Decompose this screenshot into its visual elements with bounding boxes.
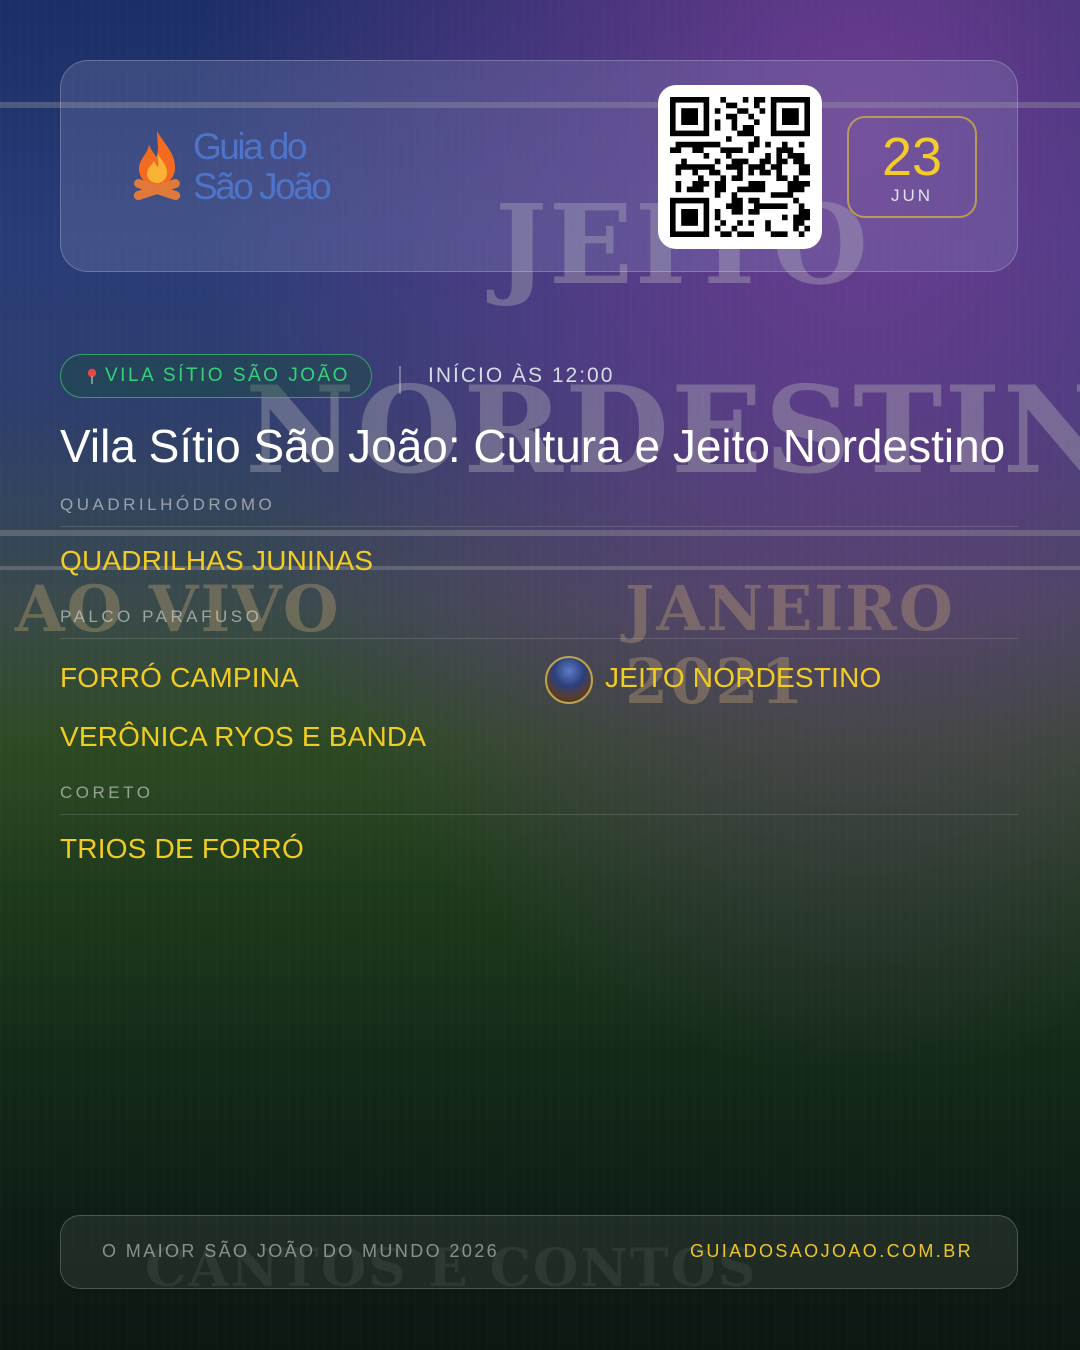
stage-label-quadrilhodromo: QUADRILHÓDROMO (60, 495, 276, 514)
background-word-janeiro: JANEIRO 2021 (625, 572, 955, 718)
stage-divider (60, 526, 1018, 527)
stage-label-coreto: CORETO (60, 783, 154, 802)
header-card: Guia do São João 23 JUN (60, 60, 1018, 272)
stage-divider (60, 638, 1018, 639)
qr-code[interactable] (658, 85, 822, 249)
logo-text: Guia do São João (193, 126, 332, 207)
logo-line-1: Guia do (193, 126, 308, 167)
campfire-icon (129, 127, 185, 207)
venue-name: VILA SÍTIO SÃO JOÃO (105, 365, 350, 386)
footer-site-link[interactable]: GUIADOSAOJOAO.COM.BR (690, 1241, 973, 1262)
venue-pill[interactable]: VILA SÍTIO SÃO JOÃO (60, 354, 372, 398)
start-time: INÍCIO ÀS 12:00 (428, 364, 615, 387)
stage-divider (60, 814, 1018, 815)
divider (399, 366, 401, 394)
act-jeito-nordestino[interactable]: JEITO NORDESTINO (605, 662, 882, 694)
footer-tagline: O MAIOR SÃO JOÃO DO MUNDO 2026 (102, 1241, 500, 1261)
artist-avatar (545, 656, 593, 704)
act-forro-campina[interactable]: FORRÓ CAMPINA (60, 662, 299, 694)
act-quadrilhas-juninas[interactable]: QUADRILHAS JUNINAS (60, 545, 373, 577)
stage-label-palco-parafuso: PALCO PARAFUSO (60, 607, 263, 626)
footer-bar: O MAIOR SÃO JOÃO DO MUNDO 2026 GUIADOSAO… (60, 1215, 1018, 1289)
qr-code-pattern (670, 97, 810, 237)
act-veronica-ryos[interactable]: VERÔNICA RYOS E BANDA (60, 721, 426, 753)
date-day: 23 (881, 127, 943, 187)
date-badge: 23 JUN (847, 116, 977, 218)
date-month: JUN (890, 186, 934, 205)
background-stripe (0, 530, 1080, 536)
logo[interactable]: Guia do São João (129, 126, 332, 207)
act-trios-de-forro[interactable]: TRIOS DE FORRÓ (60, 833, 304, 865)
event-title: Vila Sítio São João: Cultura e Jeito Nor… (60, 420, 1006, 472)
map-pin-icon (87, 368, 97, 384)
logo-line-2: São João (193, 166, 332, 207)
